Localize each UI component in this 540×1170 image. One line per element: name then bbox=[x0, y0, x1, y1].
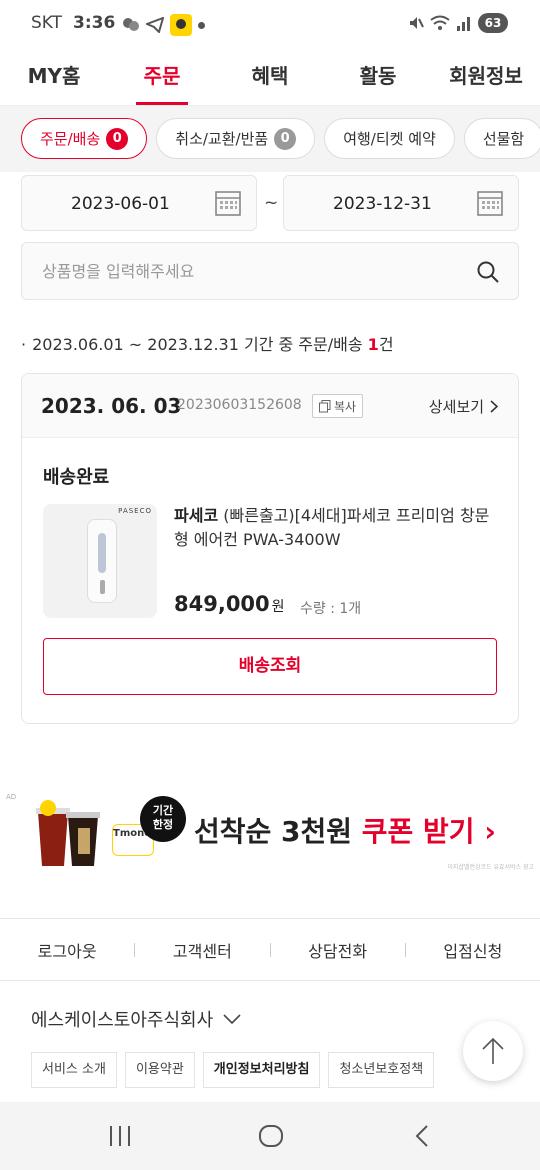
recent-apps-icon[interactable] bbox=[108, 1124, 132, 1148]
coffee-cups-image bbox=[36, 800, 100, 866]
privacy-policy-link[interactable]: 개인정보처리방침 bbox=[202, 1052, 321, 1088]
calendar-icon[interactable] bbox=[214, 189, 242, 217]
ad-headline-highlight: 쿠폰 받기 bbox=[361, 815, 475, 848]
notification-icons bbox=[122, 14, 205, 36]
chip-travel-ticket[interactable]: 여행/티켓 예약 bbox=[324, 118, 455, 159]
order-header: 2023. 06. 03 20230603152608 복사 상세보기 bbox=[22, 374, 518, 438]
battery-indicator: 63 bbox=[478, 13, 508, 33]
product-image-brand: PASECO bbox=[118, 507, 152, 515]
chat-icon bbox=[123, 18, 139, 31]
product-title: (빠른출고)[4세대]파세코 프리미엄 창문형 에어컨 PWA-3400W bbox=[174, 506, 490, 549]
product-quantity: 수량 : 1개 bbox=[300, 601, 362, 617]
start-date-value: 2023-06-01 bbox=[71, 194, 170, 214]
mute-icon bbox=[410, 17, 424, 29]
chip-gift-box[interactable]: 선물함 bbox=[463, 118, 540, 159]
summary-suffix: 건 bbox=[378, 335, 394, 354]
limited-time-badge: 기간 한정 bbox=[140, 796, 186, 842]
summary-bullet: · bbox=[21, 335, 27, 354]
product-price: 849,000 원 bbox=[174, 592, 285, 616]
chip-label: 취소/교환/반품 bbox=[175, 130, 269, 148]
home-icon[interactable] bbox=[258, 1124, 284, 1148]
wifi-icon bbox=[430, 15, 450, 30]
service-intro-link[interactable]: 서비스 소개 bbox=[31, 1052, 117, 1088]
status-bar: SKT 3:36 63 bbox=[0, 0, 540, 48]
chip-label: 여행/티켓 예약 bbox=[343, 130, 436, 148]
chevron-down-icon bbox=[223, 1014, 241, 1024]
ad-headline-text: 선착순 3천원 bbox=[194, 815, 362, 848]
track-delivery-button[interactable]: 배송조회 bbox=[43, 638, 497, 695]
dot-icon bbox=[198, 21, 205, 29]
chip-label: 주문/배송 bbox=[40, 130, 101, 148]
search-input[interactable] bbox=[42, 243, 462, 299]
company-info-toggle[interactable]: 에스케이스토아주식회사 bbox=[31, 1006, 241, 1032]
ad-headline: 선착순 3천원 쿠폰 받기 › bbox=[194, 810, 496, 850]
ad-arrow-icon: › bbox=[484, 815, 496, 848]
date-range-filter: 2023-06-01 ~ 2023-12-31 bbox=[21, 175, 519, 231]
kakao-icon bbox=[170, 14, 192, 36]
company-name: 에스케이스토아주식회사 bbox=[31, 1010, 214, 1031]
order-number: 20230603152608 bbox=[177, 397, 302, 413]
signal-icon bbox=[457, 17, 470, 31]
seller-apply-link[interactable]: 입점신청 bbox=[406, 938, 540, 962]
call-center-link[interactable]: 상담전화 bbox=[271, 938, 405, 962]
arrow-up-icon bbox=[482, 1037, 504, 1064]
product-name[interactable]: 파세코 (빠른출고)[4세대]파세코 프리미엄 창문형 에어컨 PWA-3400… bbox=[174, 504, 504, 552]
end-date-value: 2023-12-31 bbox=[333, 194, 432, 214]
order-date: 2023. 06. 03 bbox=[41, 394, 182, 418]
clock: 3:36 bbox=[73, 13, 116, 33]
back-icon[interactable] bbox=[414, 1124, 430, 1148]
date-separator: ~ bbox=[264, 193, 279, 213]
chip-order-delivery[interactable]: 주문/배송 0 bbox=[21, 118, 148, 159]
policy-links: 서비스 소개 이용약관 개인정보처리방침 청소년보호정책 bbox=[31, 1052, 435, 1088]
terms-link[interactable]: 이용약관 bbox=[124, 1052, 195, 1088]
order-summary: · 2023.06.01 ~ 2023.12.31 기간 중 주문/배송 1건 bbox=[21, 331, 394, 355]
order-category-chips: 주문/배송 0 취소/교환/반품 0 여행/티켓 예약 선물함 bbox=[0, 106, 540, 172]
product-search bbox=[21, 242, 519, 300]
tab-activity[interactable]: 활동 bbox=[324, 48, 432, 105]
android-navigation-bar bbox=[0, 1102, 540, 1170]
chip-count-badge: 0 bbox=[106, 127, 129, 150]
chip-count-badge: 0 bbox=[274, 127, 297, 150]
product-image[interactable]: PASECO bbox=[43, 504, 157, 618]
ad-fine-print: 이지샵밸런싱코드 유효서비스 광고 bbox=[447, 864, 534, 871]
start-date-field[interactable]: 2023-06-01 bbox=[21, 175, 257, 231]
top-tab-bar: MY홈 주문 혜택 활동 회원정보 bbox=[0, 48, 540, 106]
customer-center-link[interactable]: 고객센터 bbox=[135, 938, 269, 962]
chevron-right-icon bbox=[490, 400, 498, 413]
product-brand: 파세코 bbox=[174, 506, 219, 525]
tab-benefits[interactable]: 혜택 bbox=[216, 48, 324, 105]
tab-orders[interactable]: 주문 bbox=[108, 48, 216, 105]
detail-label: 상세보기 bbox=[428, 398, 484, 416]
end-date-field[interactable]: 2023-12-31 bbox=[283, 175, 519, 231]
chip-cancel-exchange-return[interactable]: 취소/교환/반품 0 bbox=[156, 118, 316, 159]
price-value: 849,000 bbox=[174, 592, 270, 616]
telegram-icon bbox=[146, 17, 164, 33]
summary-count: 1 bbox=[367, 335, 379, 354]
order-detail-link[interactable]: 상세보기 bbox=[429, 396, 498, 417]
air-conditioner-illustration bbox=[87, 519, 117, 603]
price-unit: 원 bbox=[271, 599, 285, 615]
logout-link[interactable]: 로그아웃 bbox=[0, 938, 134, 962]
tab-member-info[interactable]: 회원정보 bbox=[432, 48, 540, 105]
system-status: 63 bbox=[408, 13, 508, 33]
carrier-label: SKT bbox=[31, 13, 63, 33]
tab-my-home[interactable]: MY홈 bbox=[0, 48, 108, 105]
ad-banner[interactable]: AD Tmoney 기간 한정 선착순 3천원 쿠폰 받기 › 이지샵밸런싱코드 … bbox=[0, 786, 540, 878]
chip-label: 선물함 bbox=[482, 130, 525, 148]
footer-links: 로그아웃 고객센터 상담전화 입점신청 bbox=[0, 918, 540, 981]
ad-mark: AD bbox=[6, 793, 17, 801]
copy-icon bbox=[319, 399, 331, 412]
delivery-status: 배송완료 bbox=[43, 467, 110, 488]
summary-text: 2023.06.01 ~ 2023.12.31 기간 중 주문/배송 bbox=[32, 335, 368, 354]
youth-protection-link[interactable]: 청소년보호정책 bbox=[328, 1052, 435, 1088]
calendar-icon[interactable] bbox=[476, 189, 504, 217]
copy-order-number-button[interactable]: 복사 bbox=[312, 394, 364, 418]
scroll-to-top-button[interactable] bbox=[463, 1021, 523, 1081]
order-card: 2023. 06. 03 20230603152608 복사 상세보기 배송완료… bbox=[21, 373, 519, 724]
search-icon[interactable] bbox=[476, 260, 500, 284]
copy-label: 복사 bbox=[334, 399, 357, 414]
